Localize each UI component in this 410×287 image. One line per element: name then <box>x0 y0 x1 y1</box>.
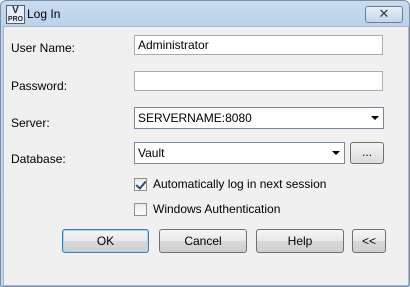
title-bar[interactable]: V PRO Log In ✕ <box>1 1 409 27</box>
database-combobox[interactable]: Vault <box>134 142 345 164</box>
auto-login-checkbox[interactable] <box>134 178 147 191</box>
password-input[interactable] <box>134 71 383 91</box>
login-dialog: V PRO Log In ✕ User Name: Administrator … <box>0 0 410 287</box>
window-title: Log In <box>27 7 61 21</box>
chevron-down-icon[interactable] <box>371 116 379 120</box>
chevron-down-icon[interactable] <box>332 151 340 155</box>
app-logo-subtext: PRO <box>7 16 24 23</box>
cancel-button[interactable]: Cancel <box>159 229 247 253</box>
help-button[interactable]: Help <box>256 229 344 253</box>
server-combobox[interactable]: SERVERNAME:8080 <box>134 107 384 129</box>
auto-login-option[interactable]: Automatically log in next session <box>134 177 344 193</box>
username-label: User Name: <box>11 41 76 55</box>
browse-database-button[interactable]: ... <box>350 142 384 164</box>
server-label: Server: <box>11 116 50 130</box>
ok-button[interactable]: OK <box>62 229 149 253</box>
password-label: Password: <box>11 79 68 93</box>
server-value: SERVERNAME:8080 <box>138 111 252 125</box>
app-logo-letter: V <box>12 5 19 16</box>
database-label: Database: <box>11 152 66 166</box>
checkmark-icon <box>135 178 147 190</box>
username-input[interactable]: Administrator <box>134 35 383 55</box>
dialog-body: User Name: Administrator Password: Serve… <box>3 26 409 286</box>
app-logo-icon: V PRO <box>6 5 25 24</box>
close-button[interactable]: ✕ <box>365 6 403 23</box>
windows-auth-checkbox[interactable] <box>134 203 147 216</box>
close-icon: ✕ <box>378 6 390 21</box>
collapse-button[interactable]: << <box>352 229 386 253</box>
auto-login-label[interactable]: Automatically log in next session <box>153 177 326 191</box>
database-value: Vault <box>138 146 165 160</box>
windows-auth-label[interactable]: Windows Authentication <box>153 202 280 216</box>
windows-auth-option[interactable]: Windows Authentication <box>134 202 304 218</box>
